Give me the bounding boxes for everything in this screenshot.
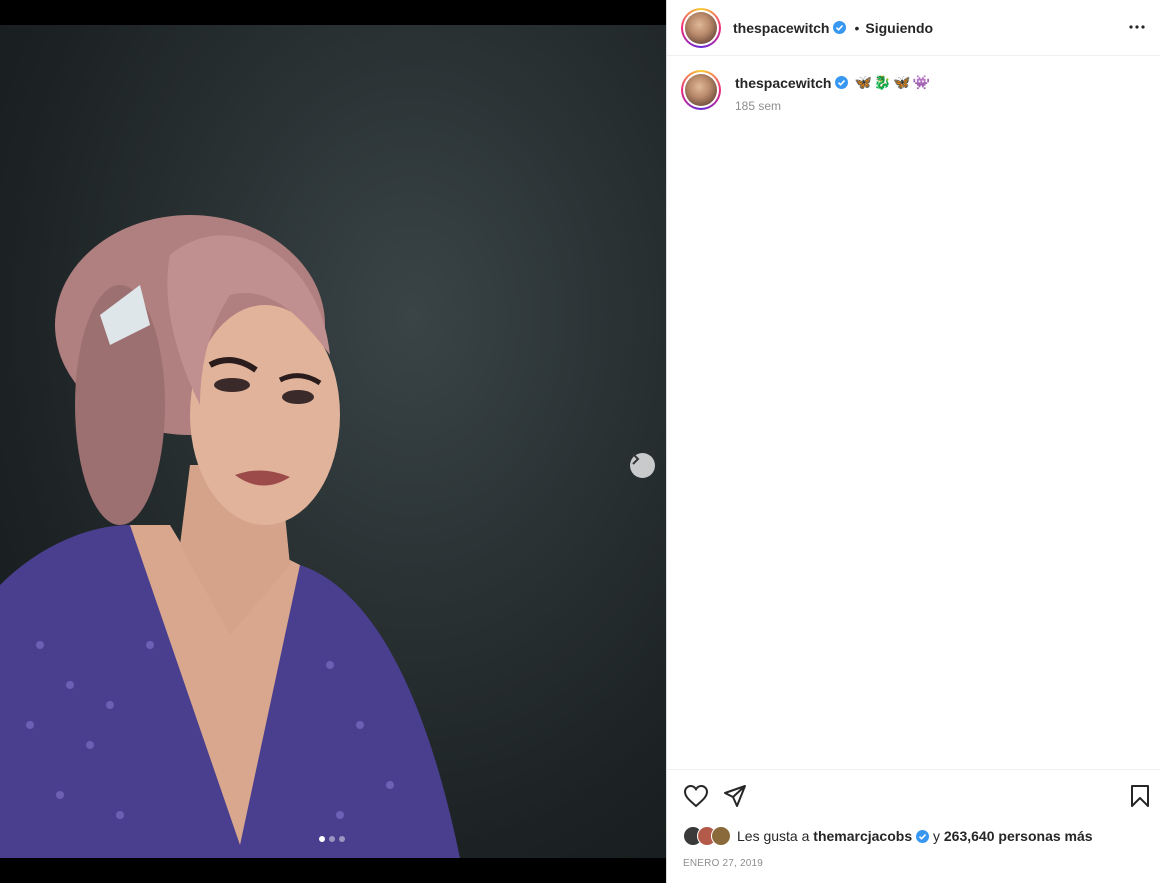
liker-username[interactable]: themarcjacobs [813, 828, 912, 844]
bookmark-icon[interactable] [1130, 784, 1150, 808]
carousel-dot [319, 836, 325, 842]
post-media [0, 0, 666, 883]
post-caption: thespacewitch 🦋🐉🦋👾 185 sem [667, 56, 1160, 113]
liker-avatars [683, 826, 731, 846]
next-slide-button[interactable] [630, 453, 655, 478]
likes-conjunction: y [929, 828, 944, 844]
caption-username[interactable]: thespacewitch [735, 75, 831, 91]
liker-avatar[interactable] [711, 826, 731, 846]
verified-badge-icon [916, 829, 930, 843]
post-photo[interactable] [0, 25, 666, 858]
verified-badge-icon [835, 76, 849, 89]
post-details-panel: thespacewitch • Siguiendo thespacewitch … [666, 0, 1160, 883]
post-date[interactable]: ENERO 27, 2019 [683, 858, 763, 869]
carousel-indicator [319, 836, 345, 842]
carousel-dot [329, 836, 335, 842]
avatar-image [685, 11, 717, 44]
carousel-dot [339, 836, 345, 842]
verified-badge-icon [833, 21, 847, 34]
caption-avatar[interactable] [681, 70, 721, 110]
likes-prefix: Les gusta a [737, 828, 814, 844]
avatar[interactable] [681, 7, 721, 48]
heart-icon[interactable] [683, 784, 709, 808]
likes-count[interactable]: 263,640 personas más [944, 828, 1093, 844]
post-actions: Les gusta a themarcjacobs y 263,640 pers… [667, 769, 1160, 883]
likes-summary: Les gusta a themarcjacobs y 263,640 pers… [683, 826, 1093, 846]
post-header: thespacewitch • Siguiendo [667, 0, 1160, 56]
caption-text: 🦋🐉🦋👾 [854, 74, 933, 90]
caption-timestamp[interactable]: 185 sem [735, 99, 932, 113]
avatar-image [685, 74, 717, 106]
following-button[interactable]: Siguiendo [865, 20, 933, 36]
paper-plane-icon[interactable] [723, 784, 747, 808]
chevron-right-icon [632, 453, 640, 465]
header-username[interactable]: thespacewitch [733, 20, 829, 36]
header-separator: • [854, 19, 860, 36]
portrait-illustration [0, 215, 460, 858]
more-options-icon[interactable] [1128, 18, 1146, 36]
